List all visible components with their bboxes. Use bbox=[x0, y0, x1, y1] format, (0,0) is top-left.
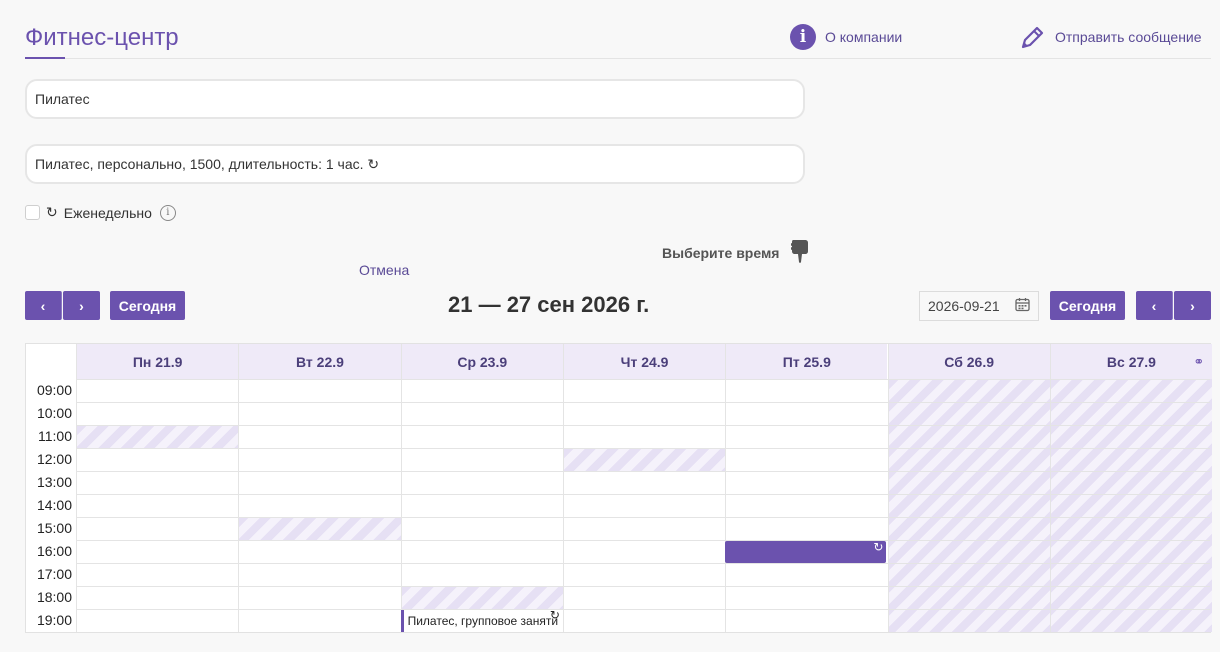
date-value: 2026-09-21 bbox=[928, 298, 1000, 314]
group-class-event[interactable]: Пилатес, групповое заняти ↻ bbox=[400, 610, 562, 632]
time-label: 17:00 bbox=[36, 566, 72, 582]
send-message-label: Отправить сообщение bbox=[1055, 29, 1202, 45]
time-label: 11:00 bbox=[38, 428, 72, 444]
event-label: Пилатес, групповое заняти bbox=[407, 614, 559, 628]
weekly-info-icon[interactable]: i bbox=[159, 204, 176, 221]
hour-row-line bbox=[76, 609, 1210, 610]
repeat-icon: ↻ bbox=[549, 610, 560, 622]
about-company-link[interactable]: i О компании bbox=[790, 24, 902, 50]
day-column-line bbox=[725, 344, 727, 632]
hour-row-line bbox=[76, 448, 1210, 449]
repeat-icon: ↻ bbox=[46, 204, 58, 220]
hour-row-line bbox=[76, 471, 1210, 472]
choose-time-label: Выберите время bbox=[662, 244, 780, 261]
time-label: 16:00 bbox=[36, 543, 72, 559]
repeat-icon: ↻ bbox=[873, 540, 884, 554]
hour-row-line bbox=[76, 425, 1210, 426]
day-column-line bbox=[238, 344, 240, 632]
unavailable-day-5 bbox=[887, 379, 1050, 632]
week-calendar: Пн 21.9 Вт 22.9 Ср 23.9 Чт 24.9 Пт 25.9 Сб 26… bbox=[25, 343, 1213, 633]
hour-row-line bbox=[76, 563, 1210, 564]
booked-event[interactable]: ↻ bbox=[725, 540, 887, 563]
day-header-4[interactable]: Пт 25.9 bbox=[725, 344, 888, 379]
time-column-header bbox=[26, 344, 76, 379]
today-button[interactable]: Сегодня bbox=[110, 291, 185, 320]
week-range-title: 21 — 27 сен 2026 г. bbox=[448, 292, 650, 317]
service-option-select[interactable]: Пилатес, персонально, 1500, длительность… bbox=[25, 144, 805, 184]
calendar-icon[interactable] bbox=[1015, 297, 1030, 315]
unavailable-slot bbox=[562, 448, 726, 471]
hour-row-line bbox=[76, 494, 1210, 495]
brand-underline bbox=[25, 57, 65, 59]
cancel-link[interactable]: Отмена bbox=[359, 262, 409, 278]
unavailable-slot bbox=[238, 517, 401, 540]
info-icon: i bbox=[790, 24, 816, 50]
time-label: 12:00 bbox=[36, 451, 72, 467]
weekly-option: ↻ Еженедельно i bbox=[25, 204, 176, 221]
time-label: 18:00 bbox=[36, 589, 72, 605]
unavailable-slot bbox=[76, 425, 239, 448]
day-column-line bbox=[76, 344, 77, 632]
day-header-6[interactable]: Вс 27.9 ⚭ bbox=[1049, 344, 1213, 379]
day-column-line bbox=[400, 344, 402, 632]
day-header-label: Пт 25.9 bbox=[782, 353, 831, 370]
choose-time-hint: Выберите время bbox=[662, 238, 811, 267]
next-week-button-right[interactable]: › bbox=[1174, 291, 1211, 320]
day-header-label: Чт 24.9 bbox=[620, 353, 669, 370]
day-header-5[interactable]: Сб 26.9 bbox=[887, 344, 1050, 379]
hour-row-line bbox=[76, 540, 1210, 541]
time-label: 19:00 bbox=[36, 612, 72, 628]
brand-title[interactable]: Фитнес-центр bbox=[25, 24, 179, 52]
day-header-label: Пн 21.9 bbox=[132, 353, 183, 370]
about-company-label: О компании bbox=[825, 29, 903, 45]
next-week-button[interactable]: › bbox=[63, 291, 100, 320]
day-header-label: Вт 22.9 bbox=[295, 353, 344, 370]
day-column-line bbox=[887, 344, 889, 632]
pencil-icon bbox=[1020, 24, 1046, 50]
hour-row-line bbox=[76, 402, 1210, 403]
day-header-label: Вс 27.9 bbox=[1106, 353, 1156, 370]
unavailable-day-6 bbox=[1049, 379, 1213, 632]
hour-row-line bbox=[76, 379, 1210, 380]
time-label: 13:00 bbox=[36, 474, 72, 490]
time-label: 14:00 bbox=[36, 497, 72, 513]
time-label: 15:00 bbox=[36, 520, 72, 536]
page-header: Фитнес-центр i О компании Отправить сооб… bbox=[25, 0, 1211, 59]
link-icon[interactable]: ⚭ bbox=[1193, 354, 1204, 370]
day-column-line bbox=[562, 344, 564, 632]
day-column-line bbox=[1049, 344, 1051, 632]
today-button-right[interactable]: Сегодня bbox=[1050, 291, 1125, 320]
send-message-link[interactable]: Отправить сообщение bbox=[1020, 24, 1202, 50]
service-select[interactable]: Пилатес bbox=[25, 79, 805, 119]
pointing-hand-icon bbox=[789, 238, 811, 267]
day-header-1[interactable]: Вт 22.9 bbox=[238, 344, 401, 379]
day-header-2[interactable]: Ср 23.9 bbox=[400, 344, 563, 379]
day-header-label: Ср 23.9 bbox=[457, 353, 508, 370]
weekly-checkbox[interactable] bbox=[25, 205, 40, 220]
prev-week-button-right[interactable]: ‹ bbox=[1136, 291, 1173, 320]
prev-week-button[interactable]: ‹ bbox=[25, 291, 62, 320]
day-header-0[interactable]: Пн 21.9 bbox=[76, 344, 239, 379]
time-label: 09:00 bbox=[36, 382, 72, 398]
day-header-3[interactable]: Чт 24.9 bbox=[562, 344, 726, 379]
unavailable-slot bbox=[400, 586, 563, 609]
date-picker-input[interactable]: 2026-09-21 bbox=[919, 291, 1039, 321]
time-label: 10:00 bbox=[36, 405, 72, 421]
hour-row-line bbox=[76, 586, 1210, 587]
weekly-label: Еженедельно bbox=[63, 204, 152, 221]
day-header-label: Сб 26.9 bbox=[944, 353, 994, 370]
hour-row-line bbox=[76, 517, 1210, 518]
